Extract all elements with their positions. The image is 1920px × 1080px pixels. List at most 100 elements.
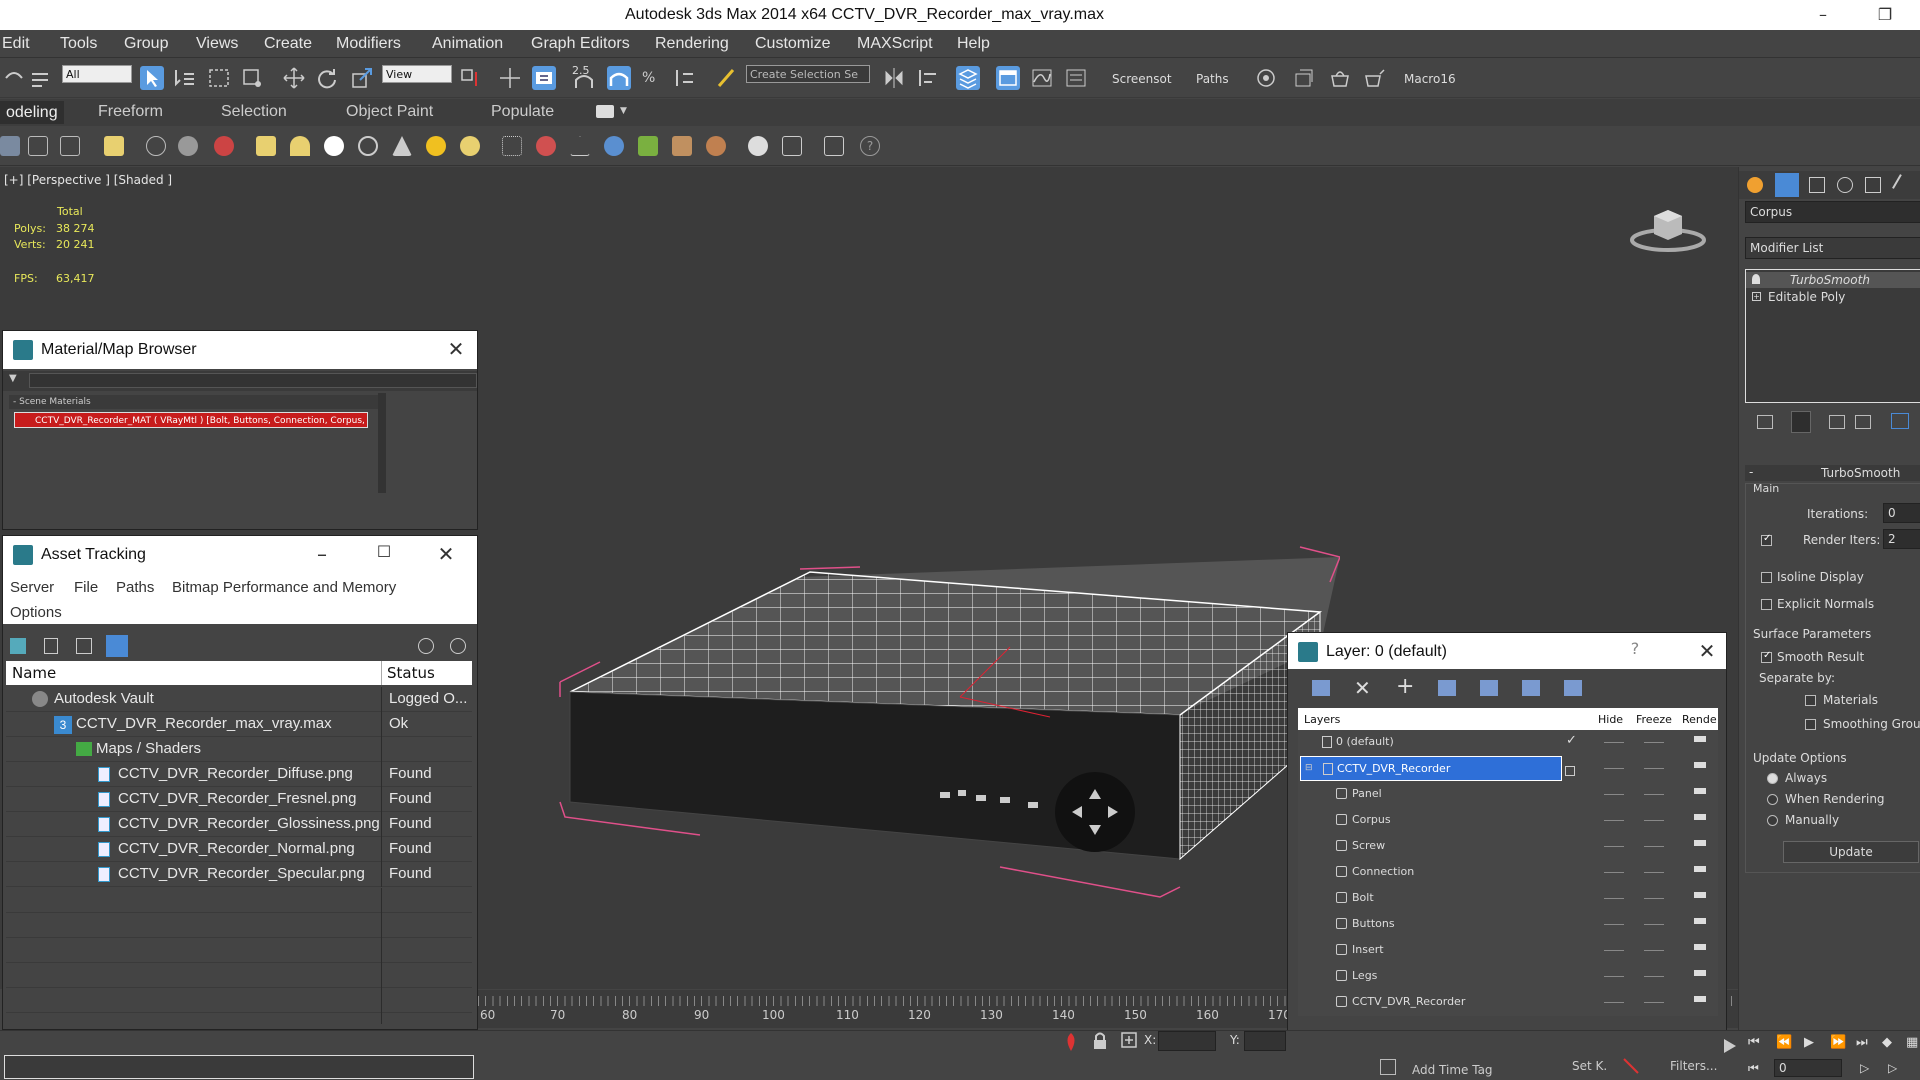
select-by-name-icon[interactable] [172, 66, 196, 90]
rotate-icon[interactable] [315, 66, 339, 90]
cone-icon[interactable] [392, 136, 412, 156]
modifier-stack[interactable]: TurboSmooth + Editable Poly [1745, 269, 1920, 403]
expand-panel-icon[interactable] [1724, 1039, 1736, 1053]
spinner-snap-icon[interactable] [673, 66, 697, 90]
create-tab-icon[interactable] [1747, 177, 1763, 193]
go-to-start-icon[interactable]: ⏮ [1748, 1035, 1760, 1050]
add-time-tag-label[interactable]: Add Time Tag [1412, 1063, 1493, 1077]
col-status[interactable]: Status [387, 664, 435, 682]
layer-explorer-icon[interactable] [104, 136, 124, 156]
bulb-icon[interactable] [1752, 274, 1760, 284]
isolate-selection-icon[interactable] [1062, 1031, 1080, 1053]
menu-file[interactable]: File [74, 579, 98, 596]
always-radio[interactable] [1767, 773, 1778, 784]
table-row[interactable]: CCTV_DVR_Recorder_Specular.png Found [6, 862, 472, 887]
render-iters-spinner[interactable]: 2 [1883, 529, 1920, 549]
update-button[interactable]: Update [1783, 841, 1919, 863]
x-coord-input[interactable] [1158, 1031, 1216, 1051]
table-row[interactable]: CCTV_DVR_Recorder_Normal.png Found [6, 837, 472, 862]
table-view-icon[interactable] [106, 635, 128, 657]
dome-icon[interactable] [290, 136, 310, 156]
current-frame-input[interactable]: 0 [1774, 1059, 1842, 1077]
help-icon[interactable]: ? [860, 136, 880, 156]
dvr-recorder-model[interactable] [540, 397, 1340, 917]
cloth-icon[interactable] [706, 136, 726, 156]
utilities-tab-icon[interactable] [1892, 174, 1914, 196]
key-filters-button[interactable]: Filters... [1670, 1059, 1717, 1073]
close-icon[interactable]: ✕ [443, 337, 469, 361]
menu-create[interactable]: Create [264, 35, 312, 53]
material-editor-icon[interactable] [1254, 66, 1278, 90]
when-rendering-radio[interactable] [1767, 794, 1778, 805]
orbit-icon[interactable]: ▷ [1860, 1061, 1869, 1075]
foliage-icon[interactable] [638, 136, 658, 156]
set-current-layer-icon[interactable] [1565, 766, 1575, 776]
table-row[interactable]: CCTV_DVR_Recorder_Fresnel.png Found [6, 787, 472, 812]
collapse-icon[interactable]: ⊟ [1305, 763, 1313, 773]
hierarchy-tab-icon[interactable] [1809, 177, 1825, 193]
snap-toggle-icon[interactable] [572, 66, 596, 90]
window-crossing-icon[interactable] [240, 66, 264, 90]
delete-layer-icon[interactable]: ✕ [1354, 676, 1371, 700]
paths-macro-label[interactable]: Paths [1196, 72, 1229, 86]
undo-icon[interactable] [2, 66, 26, 90]
tab-object-paint[interactable]: Object Paint [346, 103, 433, 121]
table-row[interactable]: 3 CCTV_DVR_Recorder_max_vray.max Ok [6, 712, 472, 737]
sphere-icon[interactable] [324, 136, 344, 156]
menu-modifiers[interactable]: Modifiers [336, 35, 401, 53]
particle-icon[interactable] [502, 136, 522, 156]
render-production-icon[interactable] [1362, 66, 1386, 90]
grid-helper-icon[interactable] [570, 136, 590, 156]
omni-light-icon[interactable] [460, 136, 480, 156]
select-manipulate-icon[interactable] [498, 66, 522, 90]
smooth-result-checkbox[interactable]: ✓ [1761, 650, 1772, 663]
help-icon[interactable] [418, 638, 434, 654]
lock-icon[interactable] [1092, 1031, 1108, 1051]
maximize-icon[interactable]: ☐ [371, 542, 397, 561]
tab-selection[interactable]: Selection [221, 103, 287, 121]
selection-filter-dropdown[interactable]: All [62, 65, 132, 83]
materials-checkbox[interactable] [1805, 695, 1816, 706]
object-name-input[interactable]: Corpus [1745, 201, 1920, 223]
modifier-list-dropdown[interactable]: Modifier List [1745, 237, 1920, 259]
select-object-icon[interactable] [140, 66, 164, 90]
keyboard-shortcut-icon[interactable] [532, 66, 556, 90]
screenshot-macro-label[interactable]: Screensot [1112, 72, 1172, 86]
search-input[interactable] [29, 373, 477, 388]
make-unique-icon[interactable] [1829, 415, 1845, 429]
align-icon[interactable] [916, 66, 940, 90]
remove-modifier-icon[interactable] [1855, 415, 1871, 429]
play-icon[interactable]: ▶ [1804, 1035, 1814, 1050]
isoline-display-checkbox[interactable] [1761, 572, 1772, 583]
schematic-view-icon[interactable] [1064, 66, 1088, 90]
menu-rendering[interactable]: Rendering [655, 35, 729, 53]
percent-snap-icon[interactable]: % [640, 66, 664, 90]
close-icon[interactable]: ✕ [1694, 639, 1720, 663]
search-options-icon[interactable]: ▼ [9, 373, 17, 384]
curve-editor-icon[interactable] [1030, 66, 1054, 90]
highlight-layer-icon[interactable] [1480, 680, 1498, 696]
stack-item-editable-poly[interactable]: + Editable Poly [1746, 289, 1920, 305]
table-row[interactable]: Maps / Shaders [6, 737, 472, 762]
rect-selection-icon[interactable] [207, 66, 231, 90]
render-icon[interactable] [214, 136, 234, 156]
move-icon[interactable] [282, 66, 306, 90]
col-render[interactable]: Rende [1682, 713, 1717, 726]
col-divider[interactable] [381, 661, 382, 685]
col-hide[interactable]: Hide [1598, 713, 1623, 726]
freeze-all-icon[interactable] [1564, 680, 1582, 696]
turbosmooth-rollout-header[interactable]: - TurboSmooth [1745, 465, 1920, 481]
ribbon-toggle-icon[interactable] [996, 66, 1020, 90]
minimize-icon[interactable]: – [1808, 3, 1838, 27]
show-end-result-icon[interactable] [1791, 411, 1811, 433]
export-icon[interactable] [824, 136, 844, 156]
tab-freeform[interactable]: Freeform [98, 103, 163, 121]
macro16-label[interactable]: Macro16 [1404, 72, 1456, 86]
expand-icon[interactable]: + [1752, 292, 1761, 301]
ribbon-options-icon[interactable] [596, 105, 614, 118]
mirror-icon[interactable] [882, 66, 906, 90]
material-sphere-icon[interactable] [748, 136, 768, 156]
edit-named-selection-icon[interactable] [715, 66, 739, 90]
torus-icon[interactable] [358, 136, 378, 156]
scene-materials-group[interactable]: - Scene Materials [9, 395, 381, 409]
